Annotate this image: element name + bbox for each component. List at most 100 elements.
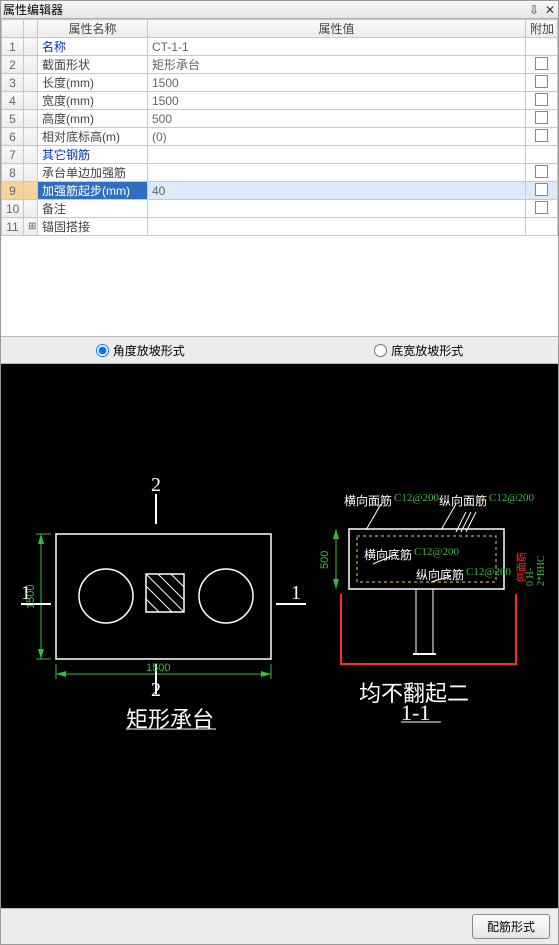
lbl-mid: 横向底筋: [364, 546, 412, 563]
row-number: 2: [2, 56, 24, 74]
diagram-canvas: 1 1 2 2 1500 1500 矩形承台 500 横向面筋 C12@200 …: [1, 364, 558, 908]
titlebar: 属性编辑器 ⇩ ✕: [1, 1, 558, 19]
expand-icon: [24, 56, 38, 74]
prop-value[interactable]: 40: [148, 182, 526, 200]
slope-radio-bar: 角度放坡形式 底宽放坡形式: [1, 336, 558, 364]
pin-icon[interactable]: ⇩: [528, 3, 540, 17]
prop-value[interactable]: 1500: [148, 92, 526, 110]
side-v: 0 H-2*BHC: [525, 553, 547, 586]
left-title: 矩形承台: [126, 702, 214, 734]
prop-name: 加强筋起步(mm): [38, 182, 148, 200]
window-title: 属性编辑器: [3, 1, 528, 18]
expand-icon[interactable]: ⊞: [24, 218, 38, 236]
lbl-top-l: 横向面筋: [344, 492, 392, 509]
prop-value[interactable]: CT-1-1: [148, 38, 526, 56]
add-checkbox-cell: [526, 146, 558, 164]
section-mark-2-top: 2: [151, 474, 161, 497]
row-number: 6: [2, 128, 24, 146]
row-number: 7: [2, 146, 24, 164]
checkbox-icon[interactable]: [535, 57, 548, 70]
expand-icon: [24, 92, 38, 110]
row-number: 9: [2, 182, 24, 200]
row-number: 10: [2, 200, 24, 218]
expand-icon: [24, 200, 38, 218]
prop-value[interactable]: [148, 146, 526, 164]
add-checkbox-cell: [526, 38, 558, 56]
radio-angle[interactable]: 角度放坡形式: [96, 342, 185, 359]
lbl-bot: 纵向底筋: [416, 566, 464, 583]
radio-width[interactable]: 底宽放坡形式: [374, 342, 463, 359]
section-mark-2-bot: 2: [151, 679, 161, 702]
row-number: 5: [2, 110, 24, 128]
add-checkbox-cell: [526, 218, 558, 236]
expand-icon: [24, 146, 38, 164]
table-row[interactable]: 10备注: [2, 200, 558, 218]
checkbox-icon[interactable]: [535, 183, 548, 196]
add-checkbox-cell[interactable]: [526, 74, 558, 92]
expand-icon: [24, 164, 38, 182]
row-number: 8: [2, 164, 24, 182]
table-row[interactable]: 2截面形状矩形承台: [2, 56, 558, 74]
table-row[interactable]: 8 承台单边加强筋: [2, 164, 558, 182]
checkbox-icon[interactable]: [535, 165, 548, 178]
add-checkbox-cell[interactable]: [526, 182, 558, 200]
table-row[interactable]: 1名称CT-1-1: [2, 38, 558, 56]
checkbox-icon[interactable]: [535, 75, 548, 88]
row-number: 4: [2, 92, 24, 110]
add-checkbox-cell[interactable]: [526, 200, 558, 218]
prop-value[interactable]: (0): [148, 128, 526, 146]
right-title2: 1-1: [401, 700, 430, 726]
bottom-bar: 配筋形式: [1, 908, 558, 944]
property-grid[interactable]: 属性名称 属性值 附加 1名称CT-1-12截面形状矩形承台3长度(mm)150…: [1, 19, 558, 236]
prop-name: 相对底标高(m): [38, 128, 148, 146]
prop-name: 宽度(mm): [38, 92, 148, 110]
add-checkbox-cell[interactable]: [526, 110, 558, 128]
radio-width-input[interactable]: [374, 344, 387, 357]
radio-angle-input[interactable]: [96, 344, 109, 357]
col-add: 附加: [526, 20, 558, 38]
prop-name: 承台单边加强筋: [38, 164, 148, 182]
add-checkbox-cell[interactable]: [526, 92, 558, 110]
dim-h: 1500: [146, 662, 170, 674]
table-row[interactable]: 7 其它钢筋: [2, 146, 558, 164]
prop-value[interactable]: 500: [148, 110, 526, 128]
prop-value[interactable]: [148, 218, 526, 236]
add-checkbox-cell[interactable]: [526, 164, 558, 182]
table-row[interactable]: 6 相对底标高(m)(0): [2, 128, 558, 146]
table-row[interactable]: 11⊞锚固搭接: [2, 218, 558, 236]
prop-name: 其它钢筋: [38, 146, 148, 164]
add-checkbox-cell[interactable]: [526, 128, 558, 146]
col-expand: [24, 20, 38, 38]
expand-icon: [24, 110, 38, 128]
table-row[interactable]: 5 高度(mm)500: [2, 110, 558, 128]
lbl-bot-v: C12@200: [466, 566, 511, 578]
row-number: 1: [2, 38, 24, 56]
checkbox-icon[interactable]: [535, 201, 548, 214]
checkbox-icon[interactable]: [535, 111, 548, 124]
prop-value[interactable]: 1500: [148, 74, 526, 92]
prop-value[interactable]: [148, 200, 526, 218]
section-mark-1-right: 1: [291, 582, 301, 605]
rebar-form-button[interactable]: 配筋形式: [472, 914, 550, 939]
prop-name: 高度(mm): [38, 110, 148, 128]
col-rownum: [2, 20, 24, 38]
checkbox-icon[interactable]: [535, 129, 548, 142]
table-row[interactable]: 4 宽度(mm)1500: [2, 92, 558, 110]
prop-value[interactable]: 矩形承台: [148, 56, 526, 74]
row-number: 3: [2, 74, 24, 92]
prop-name: 长度(mm): [38, 74, 148, 92]
expand-icon: [24, 128, 38, 146]
col-name: 属性名称: [38, 20, 148, 38]
checkbox-icon[interactable]: [535, 93, 548, 106]
expand-icon: [24, 74, 38, 92]
col-value: 属性值: [148, 20, 526, 38]
lbl-top-l-v: C12@200: [394, 492, 439, 504]
prop-value[interactable]: [148, 164, 526, 182]
add-checkbox-cell[interactable]: [526, 56, 558, 74]
close-icon[interactable]: ✕: [544, 3, 556, 17]
table-row[interactable]: 3 长度(mm)1500: [2, 74, 558, 92]
titlebar-icons: ⇩ ✕: [528, 3, 556, 17]
lbl-top-r-v: C12@200: [489, 492, 534, 504]
table-row[interactable]: 9 加强筋起步(mm)40: [2, 182, 558, 200]
expand-icon: [24, 38, 38, 56]
